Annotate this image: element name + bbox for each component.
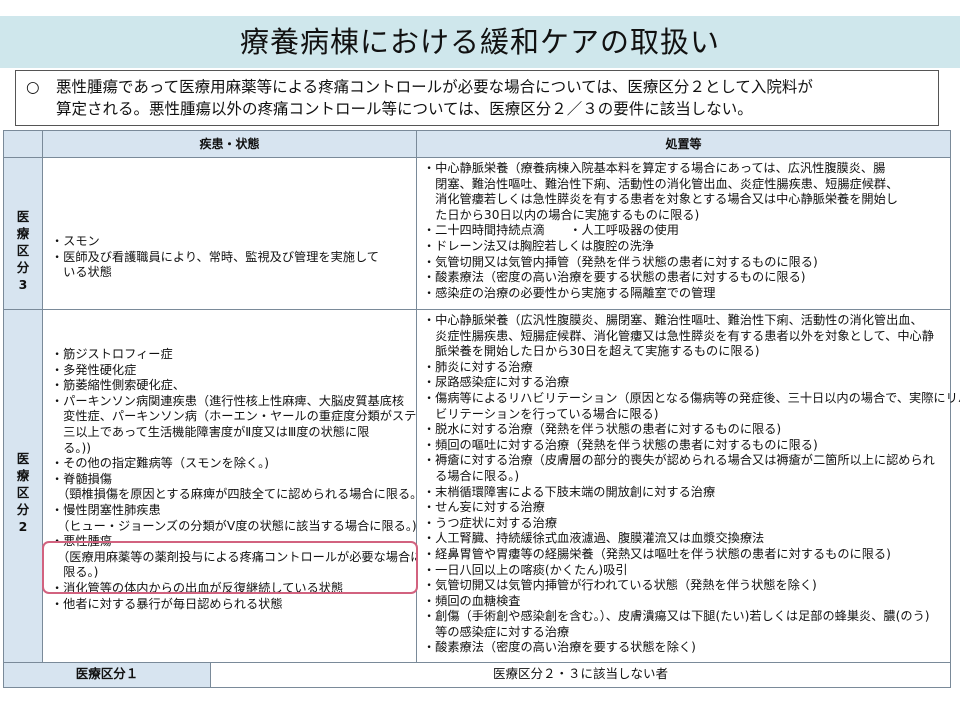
category-3-treatments-cell: ・中心静脈栄養（療養病棟入院基本料を算定する場合にあっては、広汎性腹膜炎、腸 閉… [416,157,951,310]
list-item: 閉塞、難治性嘔吐、難治性下痢、活動性の消化管出血、炎症性腸疾患、短腸症候群、 [423,176,899,191]
list-item: ・うつ症状に対する治療 [423,515,558,530]
circle-bullet-icon: ○ [26,78,40,96]
list-item: 消化管瘻若しくは急性膵炎を有する患者を対象とする場合又は中心静脈栄養を開始し [423,192,898,207]
list-item: ・筋萎縮性側索硬化症、 [51,378,186,393]
list-item: ・せん妄に対する治療 [423,500,545,515]
list-item: ・酸素療法（密度の高い治療を要する状態の患者に対するものに限る) [423,270,806,285]
medical-category-table: 疾患・状態 処置等 医 療 区 分 3 ・スモン ・医師及び看護職員により、常時、… [3,130,960,690]
list-item: ビリテーションを行っている場合に限る) [423,406,659,421]
list-item: ・気管切開又は気管内挿管（発熱を伴う状態の患者に対するものに限る) [423,254,818,269]
list-item: る場合に限る。) [423,468,520,483]
list-item: ・スモン [51,234,100,248]
list-item: ・褥瘡に対する治療（皮膚層の部分的喪失が認められる場合又は褥瘡が二箇所以上に認め… [423,453,935,468]
list-item: ・医師及び看護職員により、常時、監視及び管理を実施して [51,249,379,264]
list-item: ・末梢循環障害による下肢末端の開放創に対する治療 [423,484,716,499]
list-item: ・傷病等によるリハビリテーション（原因となる傷病等の発症後、三十日以内の場合で、… [423,390,960,405]
row-label-category-2: 医 療 区 分 2 [3,309,43,663]
list-item: ・一日八回以上の喀痰(かくたん)吸引 [423,562,628,577]
list-item: ・頻回の血糖検査 [423,593,521,608]
note-line-1: ○ 悪性腫瘍であって医療用麻薬等による疼痛コントロールが必要な場合については、医療… [26,78,813,96]
list-item: る。)) [51,440,91,455]
category-3-treatments-list: ・中心静脈栄養（療養病棟入院基本料を算定する場合にあっては、広汎性腹膜炎、腸 閉… [423,161,898,301]
list-item: ・多発性硬化症 [51,362,137,377]
list-item: ・パーキンソン病関連疾患（進行性核上性麻痺、大脳皮質基底核 [51,393,405,408]
list-item: ・その他の指定難病等（スモンを除く。) [51,456,270,471]
list-item: （ヒュー・ジョーンズの分類がⅤ度の状態に該当する場合に限る。) [51,518,417,533]
list-item: いる状態 [51,265,112,280]
list-item: ・ドレーン法又は胸腔若しくは腹腔の洗浄 [423,238,654,253]
note-line-2: 算定される。悪性腫瘍以外の疼痛コントロール等については、医療区分２／３の要件に該… [56,100,753,118]
list-item: ・尿路感染症に対する治療 [423,375,570,390]
list-item: ・気管切開又は気管内挿管が行われている状態（発熱を伴う状態を除く) [423,578,817,593]
corner-cell [3,130,43,158]
list-item: ・他者に対する暴行が毎日認められる状態 [51,596,283,611]
category-1-value: 医療区分２・３に該当しない者 [210,662,951,688]
category-2-treatments-list: ・中心静脈栄養（広汎性腹膜炎、腸閉塞、難治性嘔吐、難治性下痢、活動性の消化管出血… [423,313,960,656]
category-2-conditions-cell: ・筋ジストロフィー症 ・多発性硬化症 ・筋萎縮性側索硬化症、 ・パーキンソン病関連疾患… [42,309,440,663]
list-item: ・創傷（手術創や感染創を含む。）、皮膚潰瘍又は下腿(たい)若しくは足部の蜂巣炎、… [423,609,930,624]
list-item: ・慢性閉塞性肺疾患 [51,502,161,517]
list-item: （頸椎損傷を原因とする麻痺が四肢全てに認められる場合に限る。) [51,487,422,502]
list-item: ・脱水に対する治療（発熱を伴う状態の患者に対するものに限る) [423,422,782,437]
list-item: ・中心静脈栄養（広汎性腹膜炎、腸閉塞、難治性嘔吐、難治性下痢、活動性の消化管出血… [423,313,923,327]
list-item: ・経鼻胃管や胃瘻等の経腸栄養（発熱又は嘔吐を伴う状態の患者に対するものに限る) [423,546,891,561]
list-item: 三以上であって生活機能障害度がⅡ度又はⅢ度の状態に限 [51,424,370,439]
page-title: 療養病棟における緩和ケアの取扱い [239,25,720,59]
category-2-treatments-cell: ・中心静脈栄養（広汎性腹膜炎、腸閉塞、難治性嘔吐、難治性下痢、活動性の消化管出血… [416,309,960,663]
list-item: 等の感染症に対する治療 [423,624,570,639]
list-item: ・二十四時間持続点滴 ・人工呼吸器の使用 [423,223,679,238]
list-item: ・筋ジストロフィー症 [51,347,173,361]
list-item: 脈栄養を開始した日から30日を超えて実施するものに限る) [423,344,760,359]
list-item: 変性症、パーキンソン病（ホーエン・ヤールの重症度分類がステージ [51,409,441,424]
list-item: ・頻回の嘔吐に対する治療（発熱を伴う状態の患者に対するものに限る) [423,437,818,452]
column-header-conditions: 疾患・状態 [42,130,417,158]
category-3-conditions-cell: ・スモン ・医師及び看護職員により、常時、監視及び管理を実施して いる状態 [42,157,417,310]
category-1-label: 医療区分１ [3,662,211,688]
category-3-conditions-list: ・スモン ・医師及び看護職員により、常時、監視及び管理を実施して いる状態 [51,234,379,281]
column-header-treatments: 処置等 [416,130,951,158]
list-item: 炎症性腸疾患、短腸症候群、消化管瘻又は急性膵炎を有する患者以外を対象として、中心… [423,328,934,343]
summary-note: ○ 悪性腫瘍であって医療用麻薬等による疼痛コントロールが必要な場合については、医療… [15,70,939,126]
list-item: ・肺炎に対する治療 [423,359,533,374]
list-item: ・酸素療法（密度の高い治療を要する状態を除く) [423,640,696,655]
list-item: ・中心静脈栄養（療養病棟入院基本料を算定する場合にあっては、広汎性腹膜炎、腸 [423,161,886,175]
list-item: ・脊髄損傷 [51,471,112,486]
list-item: ・人工腎臓、持続緩徐式血液濾過、腹膜灌流又は血漿交換療法 [423,531,765,546]
row-label-category-3: 医 療 区 分 3 [3,157,43,310]
malignant-tumor-highlight [42,541,418,594]
list-item: ・感染症の治療の必要性から実施する隔離室での管理 [423,285,716,300]
list-item: た日から30日以内の場合に実施するものに限る) [423,207,700,222]
